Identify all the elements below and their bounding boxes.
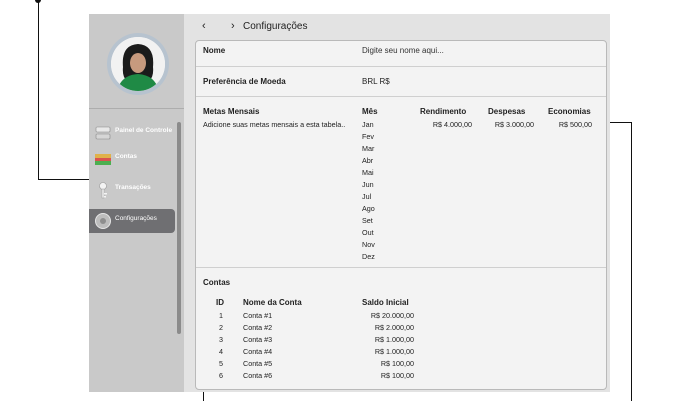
annotation-dot-left-top — [35, 0, 41, 3]
goals-savings-cell[interactable]: R$ 500,00 — [546, 120, 592, 129]
name-label: Nome — [203, 46, 226, 55]
account-id-cell: 1 — [219, 311, 223, 320]
avatar-ring — [107, 33, 169, 95]
gear-icon — [94, 212, 112, 230]
goals-income-header: Rendimento — [420, 107, 467, 116]
currency-label: Preferência de Moeda — [203, 77, 286, 86]
account-name-cell: Conta #2 — [243, 323, 273, 332]
forward-button[interactable]: › — [231, 20, 235, 32]
goals-month-cell: Mai — [362, 168, 374, 177]
main-panel: ‹ › Configurações Nome Digite seu nome a… — [184, 14, 610, 392]
accounts-label: Contas — [203, 278, 231, 287]
goals-month-header: Mês — [362, 107, 378, 116]
sidebar-item-settings[interactable]: Configurações — [89, 209, 175, 233]
account-name-cell: Conta #1 — [243, 311, 273, 320]
account-balance-cell: R$ 100,00 — [380, 359, 414, 368]
dashboard-icon — [94, 124, 112, 142]
annotation-line-left-vertical — [38, 0, 39, 180]
sidebar-item-label: Painel de Controle — [115, 127, 173, 134]
user-photo-icon — [111, 37, 165, 91]
sidebar-divider — [89, 108, 184, 109]
account-balance-cell: R$ 2.000,00 — [374, 323, 414, 332]
account-name-cell: Conta #6 — [243, 371, 273, 380]
account-id-cell: 4 — [219, 347, 223, 356]
goals-month-cell: Set — [362, 216, 373, 225]
avatar[interactable] — [111, 37, 165, 91]
goals-month-cell: Ago — [362, 204, 375, 213]
wallet-icon — [94, 150, 112, 168]
goals-month-cell: Jan — [362, 120, 374, 129]
sidebar-item-label: Transações — [115, 184, 151, 191]
sidebar-item-dashboard[interactable]: Painel de Controle — [89, 121, 175, 145]
account-balance-cell: R$ 20.000,00 — [370, 311, 414, 320]
goals-month-cell: Abr — [362, 156, 374, 165]
page-title: Configurações — [243, 21, 308, 32]
account-name-cell: Conta #3 — [243, 335, 273, 344]
accounts-id-header: ID — [216, 298, 224, 307]
divider — [196, 267, 606, 268]
goals-month-cell: Fev — [362, 132, 374, 141]
divider — [196, 96, 606, 97]
goals-month-cell: Mar — [362, 144, 375, 153]
account-id-cell: 3 — [219, 335, 223, 344]
account-name-cell: Conta #4 — [243, 347, 273, 356]
sidebar: Painel de Controle Contas Transações Con… — [89, 14, 184, 392]
account-id-cell: 2 — [219, 323, 223, 332]
account-balance-cell: R$ 100,00 — [380, 371, 414, 380]
account-id-cell: 6 — [219, 371, 223, 380]
sidebar-scrollbar[interactable] — [177, 122, 181, 334]
goals-income-cell[interactable]: R$ 4.000,00 — [418, 120, 472, 129]
goals-month-cell: Dez — [362, 252, 375, 261]
sidebar-item-transactions[interactable]: Transações — [89, 178, 175, 202]
goals-month-cell: Jul — [362, 192, 372, 201]
goals-expense-header: Despesas — [488, 107, 526, 116]
name-input[interactable]: Digite seu nome aqui... — [362, 46, 444, 55]
accounts-balance-header: Saldo Inicial — [362, 298, 409, 307]
key-icon — [94, 181, 112, 199]
sidebar-item-label: Contas — [115, 153, 138, 160]
sidebar-item-accounts[interactable]: Contas — [89, 147, 175, 171]
accounts-name-header: Nome da Conta — [243, 298, 302, 307]
back-button[interactable]: ‹ — [202, 20, 206, 32]
annotation-line-right-vertical — [631, 122, 632, 401]
goals-month-cell: Out — [362, 228, 374, 237]
goals-month-cell: Jun — [362, 180, 374, 189]
goals-label: Metas Mensais — [203, 107, 260, 116]
account-balance-cell: R$ 1.000,00 — [374, 335, 414, 344]
account-name-cell: Conta #5 — [243, 359, 273, 368]
account-balance-cell: R$ 1.000,00 — [374, 347, 414, 356]
goals-month-cell: Nov — [362, 240, 375, 249]
currency-select[interactable]: BRL R$ — [362, 77, 390, 86]
goals-expense-cell[interactable]: R$ 3.000,00 — [482, 120, 534, 129]
goals-hint: Adicione suas metas mensais a esta tabel… — [203, 120, 346, 129]
sidebar-item-label: Configurações — [115, 215, 157, 222]
account-id-cell: 5 — [219, 359, 223, 368]
divider — [196, 66, 606, 67]
settings-card: Nome Digite seu nome aqui... Preferência… — [195, 40, 607, 390]
goals-savings-header: Economias — [548, 107, 591, 116]
